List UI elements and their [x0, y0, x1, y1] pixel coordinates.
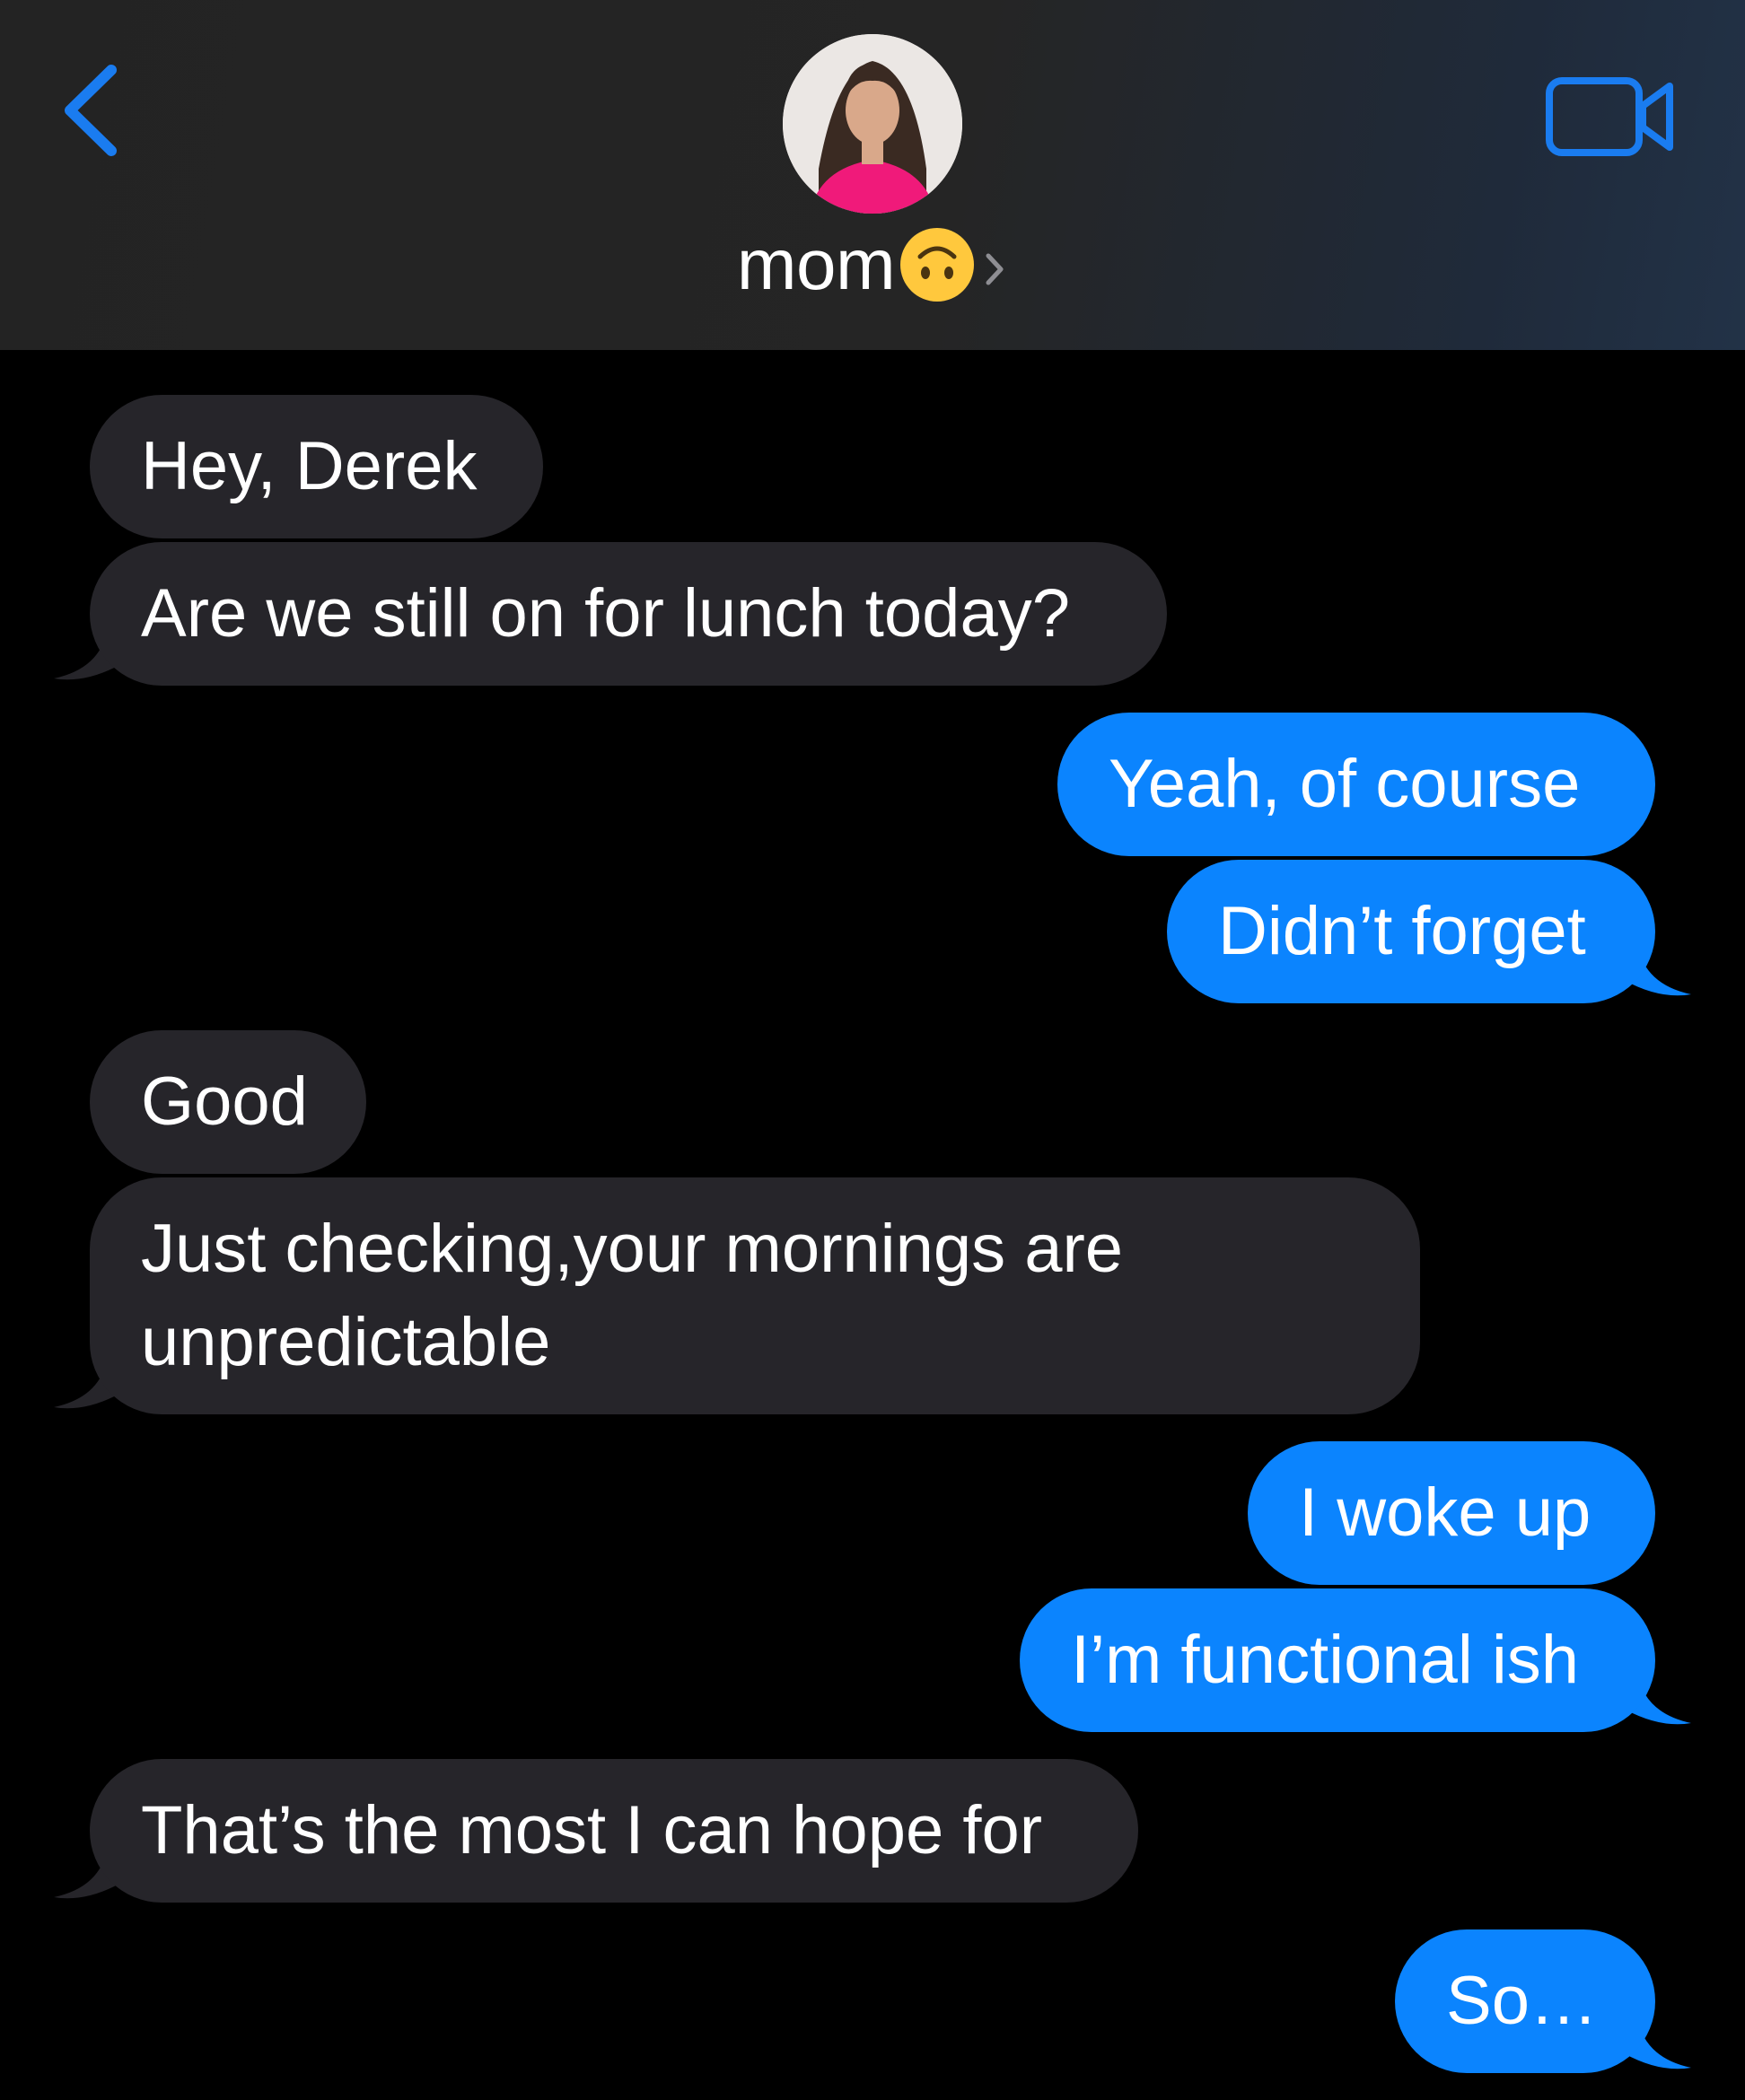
- chevron-right-icon: [986, 253, 1004, 285]
- video-camera-icon[interactable]: [1544, 72, 1679, 162]
- contact-name-row[interactable]: mom: [0, 224, 1745, 305]
- message-bubble-sent[interactable]: I woke up: [1248, 1441, 1655, 1585]
- message-bubble-received[interactable]: That’s the most I can hope for: [90, 1759, 1138, 1903]
- message-bubble-received[interactable]: Just checking,your mornings are unpredic…: [90, 1177, 1420, 1414]
- message-bubble-received[interactable]: Good: [90, 1030, 366, 1174]
- message-text: I’m functional ish: [1071, 1622, 1580, 1698]
- back-chevron-icon[interactable]: [52, 52, 133, 169]
- contact-name[interactable]: mom: [737, 224, 896, 305]
- message-bubble-sent[interactable]: So…: [1395, 1929, 1655, 2073]
- message-bubble-received[interactable]: Hey, Derek: [90, 395, 543, 538]
- contact-avatar[interactable]: [783, 34, 962, 214]
- message-text: Good: [141, 1063, 308, 1140]
- message-text: Just checking,your mornings are unpredic…: [141, 1211, 1124, 1380]
- message-text: Didn’t forget: [1218, 893, 1586, 969]
- message-bubble-received[interactable]: Are we still on for lunch today?: [90, 542, 1167, 686]
- message-text: I woke up: [1299, 1474, 1592, 1551]
- message-bubble-sent[interactable]: Yeah, of course: [1057, 713, 1655, 856]
- message-text: That’s the most I can hope for: [141, 1792, 1043, 1868]
- upside-down-face-emoji-icon: [900, 228, 975, 302]
- message-bubble-sent[interactable]: I’m functional ish: [1020, 1588, 1655, 1732]
- message-bubble-sent[interactable]: Didn’t forget: [1167, 860, 1655, 1003]
- message-text: Are we still on for lunch today?: [141, 575, 1070, 652]
- avatar-photo: [783, 34, 962, 214]
- conversation-header: mom: [0, 0, 1745, 350]
- message-text: Yeah, of course: [1109, 746, 1581, 822]
- message-text: So…: [1446, 1963, 1598, 2039]
- message-text: Hey, Derek: [141, 428, 478, 504]
